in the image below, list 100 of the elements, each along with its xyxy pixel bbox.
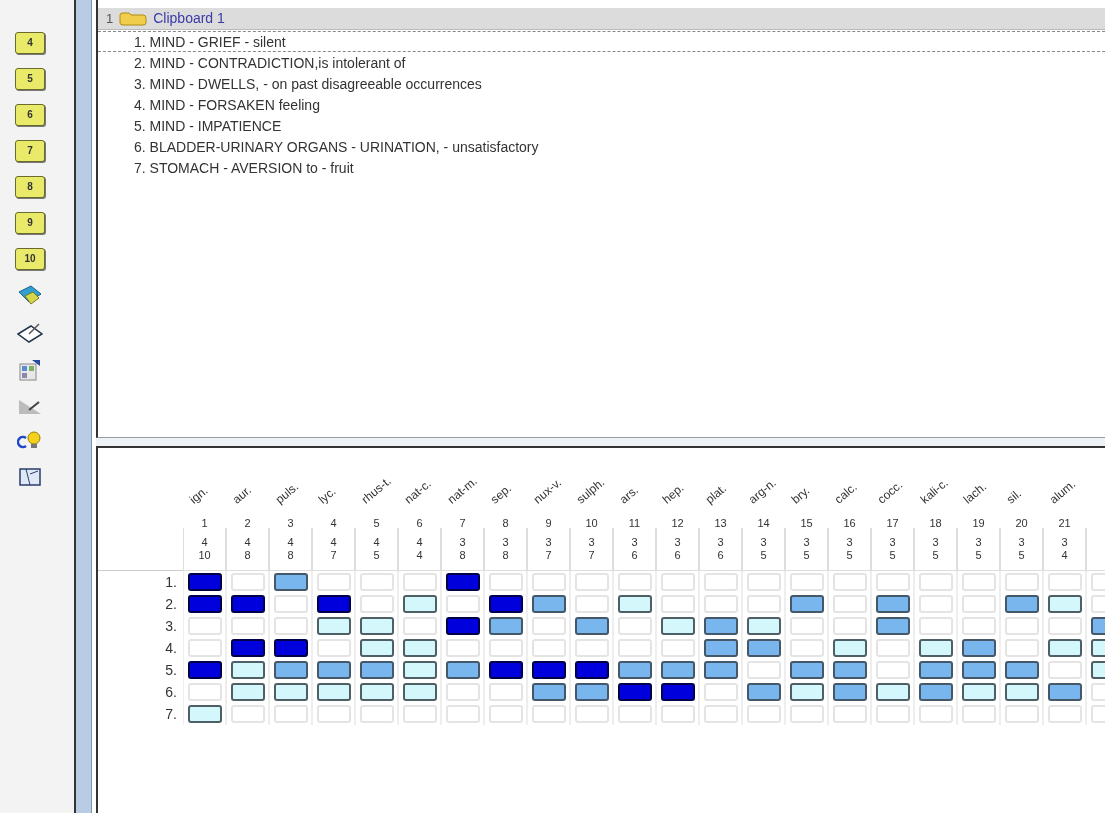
panel-splitter[interactable] — [96, 438, 1105, 446]
grade-cell[interactable] — [617, 595, 652, 613]
rubric-number: 5. — [164, 660, 178, 680]
grade-cell[interactable] — [488, 595, 523, 613]
grade-cell[interactable] — [230, 683, 265, 701]
grade-cell[interactable] — [531, 683, 566, 701]
grade-cell[interactable] — [230, 661, 265, 679]
grade-cell[interactable] — [574, 683, 609, 701]
grade-cell[interactable] — [660, 683, 695, 701]
map-icon[interactable] — [18, 466, 42, 488]
grade-cell[interactable] — [445, 661, 480, 679]
grade-cell[interactable] — [875, 617, 910, 635]
grade-cell[interactable] — [875, 683, 910, 701]
grade-cell[interactable] — [832, 661, 867, 679]
grade-cell[interactable] — [746, 639, 781, 657]
notepad-icon[interactable] — [17, 322, 43, 344]
grade-cell[interactable] — [746, 617, 781, 635]
grade-cell[interactable] — [574, 617, 609, 635]
remedy-rank: 18 — [929, 517, 942, 529]
grade-cell[interactable] — [445, 573, 480, 591]
remedy-score: 3 — [502, 536, 509, 549]
remedy-rank: 7 — [459, 517, 466, 529]
grade-cell[interactable] — [187, 705, 222, 723]
grade-cell[interactable] — [660, 661, 695, 679]
rubric-item[interactable]: 5. MIND - IMPATIENCE — [98, 115, 1105, 136]
grade-cell[interactable] — [574, 661, 609, 679]
grade-cell[interactable] — [1004, 661, 1039, 679]
grade-cell[interactable] — [660, 617, 695, 635]
rubric-item[interactable]: 1. MIND - GRIEF - silent — [98, 31, 1105, 52]
remedy-score: 4 — [244, 536, 251, 549]
grade-cell[interactable] — [488, 617, 523, 635]
grade-cell[interactable] — [961, 683, 996, 701]
grade-cell[interactable] — [918, 639, 953, 657]
grade-cell[interactable] — [273, 661, 308, 679]
grade-cell[interactable] — [359, 683, 394, 701]
grade-cell[interactable] — [316, 595, 351, 613]
remedy-total: 6 — [631, 549, 638, 562]
grade-cell[interactable] — [273, 573, 308, 591]
numbered-folder-icon[interactable]: 9 — [15, 212, 45, 234]
grade-cell[interactable] — [961, 639, 996, 657]
grade-cell[interactable] — [1004, 595, 1039, 613]
numbered-folder-icon[interactable]: 5 — [15, 68, 45, 90]
grade-cell[interactable] — [617, 683, 652, 701]
grade-cell[interactable] — [402, 595, 437, 613]
remedy-rank: 15 — [800, 517, 813, 529]
grade-cell[interactable] — [273, 683, 308, 701]
grade-cell[interactable] — [316, 683, 351, 701]
grade-cell[interactable] — [832, 639, 867, 657]
grade-cell[interactable] — [316, 617, 351, 635]
grade-cell[interactable] — [1047, 595, 1082, 613]
grade-cell[interactable] — [488, 661, 523, 679]
grade-cell[interactable] — [273, 639, 308, 657]
grade-cell[interactable] — [617, 661, 652, 679]
grade-cell[interactable] — [187, 573, 222, 591]
grade-cell[interactable] — [316, 661, 351, 679]
grade-cell[interactable] — [832, 683, 867, 701]
clipboard-header[interactable]: 1 Clipboard 1 — [98, 8, 1105, 30]
grade-cell[interactable] — [789, 661, 824, 679]
numbered-folder-icon[interactable]: 6 — [15, 104, 45, 126]
grade-cell[interactable] — [230, 639, 265, 657]
grade-cell[interactable] — [703, 661, 738, 679]
grade-cell[interactable] — [359, 639, 394, 657]
grade-cell[interactable] — [531, 661, 566, 679]
grade-cell[interactable] — [1004, 683, 1039, 701]
grade-cell[interactable] — [1047, 639, 1082, 657]
grade-cell[interactable] — [402, 661, 437, 679]
grade-cell[interactable] — [445, 617, 480, 635]
grade-cell[interactable] — [703, 617, 738, 635]
numbered-folder-icon[interactable]: 7 — [15, 140, 45, 162]
remedy-rank: 16 — [843, 517, 856, 529]
grade-cell[interactable] — [875, 595, 910, 613]
remedy-total: 5 — [373, 549, 380, 562]
grade-cell[interactable] — [187, 661, 222, 679]
rubric-item[interactable]: 3. MIND - DWELLS, - on past disagreeable occurrences — [98, 73, 1105, 94]
grade-cell[interactable] — [531, 595, 566, 613]
rubric-item[interactable]: 7. STOMACH - AVERSION to - fruit — [98, 157, 1105, 178]
remedy-total: 5 — [760, 549, 767, 562]
grade-cell[interactable] — [1047, 683, 1082, 701]
grade-cell[interactable] — [230, 595, 265, 613]
rubric-item[interactable]: 4. MIND - FORSAKEN feeling — [98, 94, 1105, 115]
remedy-score: 4 — [330, 536, 337, 549]
grade-cell[interactable] — [789, 595, 824, 613]
grade-cell[interactable] — [359, 617, 394, 635]
numbered-folder-icon[interactable]: 4 — [15, 32, 45, 54]
rubric-item[interactable]: 2. MIND - CONTRADICTION,is intolerant of — [98, 52, 1105, 73]
grade-cell[interactable] — [746, 683, 781, 701]
grade-cell[interactable] — [402, 639, 437, 657]
numbered-folder-icon[interactable]: 10 — [15, 248, 45, 270]
calculator-icon[interactable] — [18, 358, 42, 382]
remedy-score: 3 — [975, 536, 982, 549]
grade-cell[interactable] — [918, 661, 953, 679]
grade-cell[interactable] — [187, 595, 222, 613]
grade-cell[interactable] — [359, 661, 394, 679]
rubric-item[interactable]: 6. BLADDER-URINARY ORGANS - URINATION, - unsatisfactory — [98, 136, 1105, 157]
grade-cell[interactable] — [961, 661, 996, 679]
grade-cell[interactable] — [918, 683, 953, 701]
grade-cell[interactable] — [402, 683, 437, 701]
grade-cell[interactable] — [703, 639, 738, 657]
numbered-folder-icon[interactable]: 8 — [15, 176, 45, 198]
grade-cell[interactable] — [789, 683, 824, 701]
